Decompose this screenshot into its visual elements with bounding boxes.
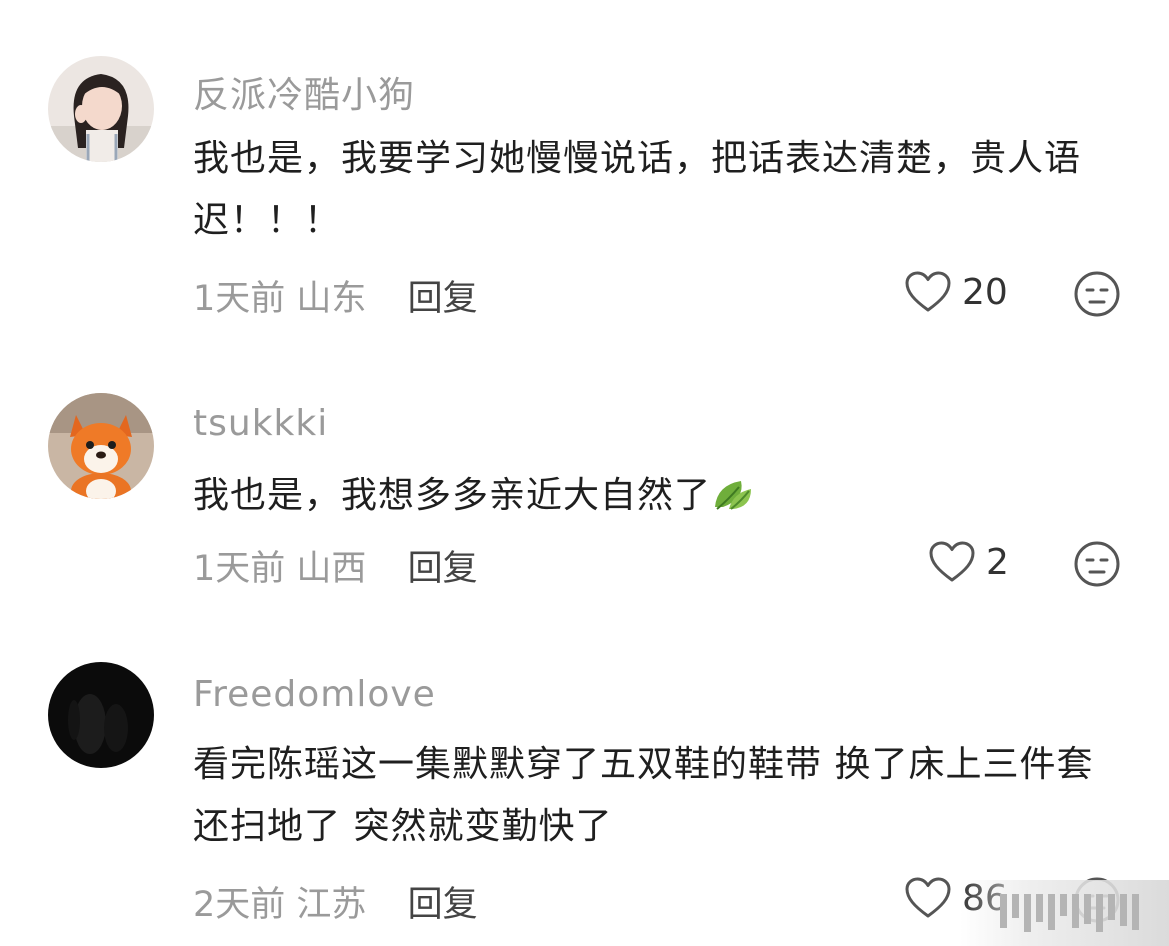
username[interactable]: tsukkki — [193, 403, 328, 444]
comment-location: 山东 — [296, 279, 367, 319]
comment-location: 山西 — [296, 549, 367, 589]
comment-meta: 2天前 江苏 回复 — [193, 876, 478, 927]
username[interactable]: 反派冷酷小狗 — [193, 66, 415, 118]
like-count: 2 — [986, 541, 1009, 583]
username[interactable]: Freedomlove — [193, 674, 436, 715]
like-button[interactable]: 2 — [928, 540, 1009, 584]
comment-item: 反派冷酷小狗 我也是，我要学习她慢慢说话，把话表达清楚，贵人语迟！！！ 1天前 … — [0, 0, 1169, 340]
fox-plush-avatar-icon — [48, 393, 154, 499]
watermark-bars — [1000, 894, 1139, 932]
comment-item: tsukkki 我也是，我想多多亲近大自然了 1天前 山西 回复 2 — [0, 340, 1169, 640]
avatar[interactable] — [48, 662, 154, 768]
heart-icon — [905, 877, 951, 918]
comment-text: 我也是，我要学习她慢慢说话，把话表达清楚，贵人语迟！！！ — [193, 138, 1082, 241]
heart-icon — [905, 271, 951, 312]
leaf-emoji-icon — [715, 481, 752, 510]
like-count: 20 — [962, 271, 1008, 313]
reply-button[interactable]: 回复 — [408, 885, 478, 925]
comment-time: 2天前 — [193, 885, 286, 925]
comment-meta: 1天前 山西 回复 — [193, 540, 478, 591]
comment-text: 看完陈瑶这一集默默穿了五双鞋的鞋带 换了床上三件套还扫地了 突然就变勤快了 — [193, 744, 1094, 847]
like-button[interactable]: 20 — [904, 270, 1008, 314]
comment-location: 江苏 — [296, 885, 367, 925]
avatar[interactable] — [48, 56, 154, 162]
dark-avatar-icon — [48, 662, 154, 768]
avatar[interactable] — [48, 393, 154, 499]
girl-portrait-avatar-icon — [48, 56, 154, 162]
comment-meta: 1天前 山东 回复 — [193, 270, 478, 321]
dislike-face-icon[interactable] — [1073, 540, 1121, 588]
comment-time: 1天前 — [193, 549, 286, 589]
comment-time: 1天前 — [193, 279, 286, 319]
reply-button[interactable]: 回复 — [408, 279, 478, 319]
reply-button[interactable]: 回复 — [408, 549, 478, 589]
watermark-logo — [960, 880, 1169, 946]
comment-text-body: 我也是，我想多多亲近大自然了 — [193, 475, 712, 516]
comment-text: 我也是，我想多多亲近大自然了 — [193, 465, 1123, 527]
heart-icon — [929, 541, 975, 582]
dislike-face-icon[interactable] — [1073, 270, 1121, 318]
